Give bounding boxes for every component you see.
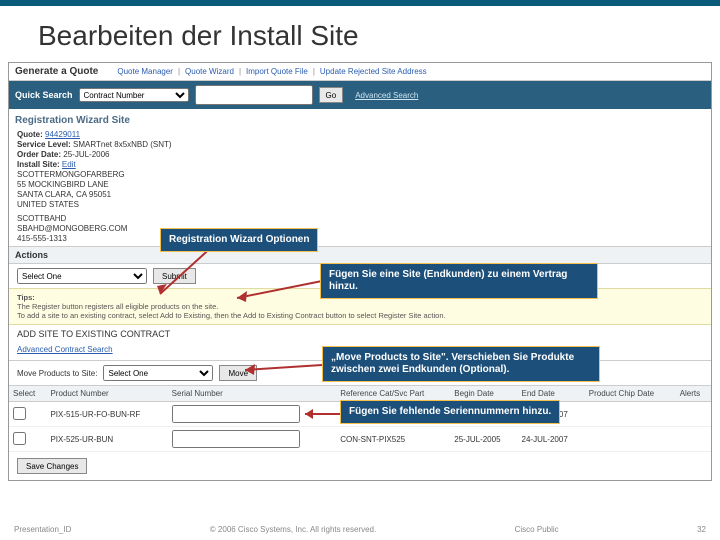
presentation-id: Presentation_ID (14, 525, 71, 534)
arrow-icon (155, 244, 225, 309)
quick-search-select[interactable]: Contract Number (79, 88, 189, 102)
col-serial: Serial Number (168, 386, 337, 402)
copyright: © 2006 Cisco Systems, Inc. All rights re… (210, 525, 376, 534)
slide-title: Bearbeiten der Install Site (0, 6, 720, 62)
col-product: Product Number (46, 386, 167, 402)
callout-registration-options: Registration Wizard Optionen (160, 228, 318, 252)
quote-link[interactable]: 94429011 (45, 130, 80, 139)
footer: Presentation_ID © 2006 Cisco Systems, In… (0, 519, 720, 540)
actions-select[interactable]: Select One (17, 268, 147, 284)
quote-info: Quote: 94429011 Service Level: SMARTnet … (9, 128, 711, 246)
table-row: PIX-525-UR-BUN CON-SNT-PIX525 25-JUL-200… (9, 427, 711, 452)
serial-input[interactable] (172, 430, 300, 448)
row-select[interactable] (13, 407, 26, 420)
existing-label: ADD SITE TO EXISTING CONTRACT (9, 325, 711, 343)
go-button[interactable]: Go (319, 87, 344, 103)
link-import-file[interactable]: Import Quote File (246, 67, 308, 76)
callout-move-products: „Move Products to Site". Verschieben Sie… (322, 346, 600, 382)
col-select: Select (9, 386, 46, 402)
actions-header: Actions (9, 246, 711, 264)
arrow-icon (240, 360, 330, 385)
app-header: Generate a Quote Quote Manager| Quote Wi… (9, 63, 711, 81)
quick-search-input[interactable] (195, 85, 313, 105)
row-select[interactable] (13, 432, 26, 445)
link-update-rejected[interactable]: Update Rejected Site Address (320, 67, 427, 76)
section-title: Registration Wizard Site (9, 109, 711, 128)
link-quote-manager[interactable]: Quote Manager (117, 67, 173, 76)
col-alerts: Alerts (676, 386, 711, 402)
callout-add-site: Fügen Sie eine Site (Endkunden) zu einem… (320, 263, 598, 299)
serial-input[interactable] (172, 405, 300, 423)
callout-serial-numbers: Fügen Sie fehlende Seriennummern hinzu. (340, 400, 560, 424)
advanced-contract-link[interactable]: Advanced Contract Search (17, 345, 113, 354)
quick-search-label: Quick Search (15, 90, 73, 100)
advanced-search-link[interactable]: Advanced Search (355, 91, 418, 100)
move-select[interactable]: Select One (103, 365, 213, 381)
edit-link[interactable]: Edit (62, 160, 76, 169)
quick-search-bar: Quick Search Contract Number Go Advanced… (9, 81, 711, 109)
cisco-public: Cisco Public (515, 525, 559, 534)
generate-label: Generate a Quote (15, 66, 98, 77)
save-button[interactable]: Save Changes (17, 458, 87, 474)
arrow-icon (232, 276, 332, 311)
link-quote-wizard[interactable]: Quote Wizard (185, 67, 234, 76)
col-chip: Product Chip Date (585, 386, 676, 402)
move-label: Move Products to Site: (17, 369, 97, 378)
page-number: 32 (697, 525, 706, 534)
